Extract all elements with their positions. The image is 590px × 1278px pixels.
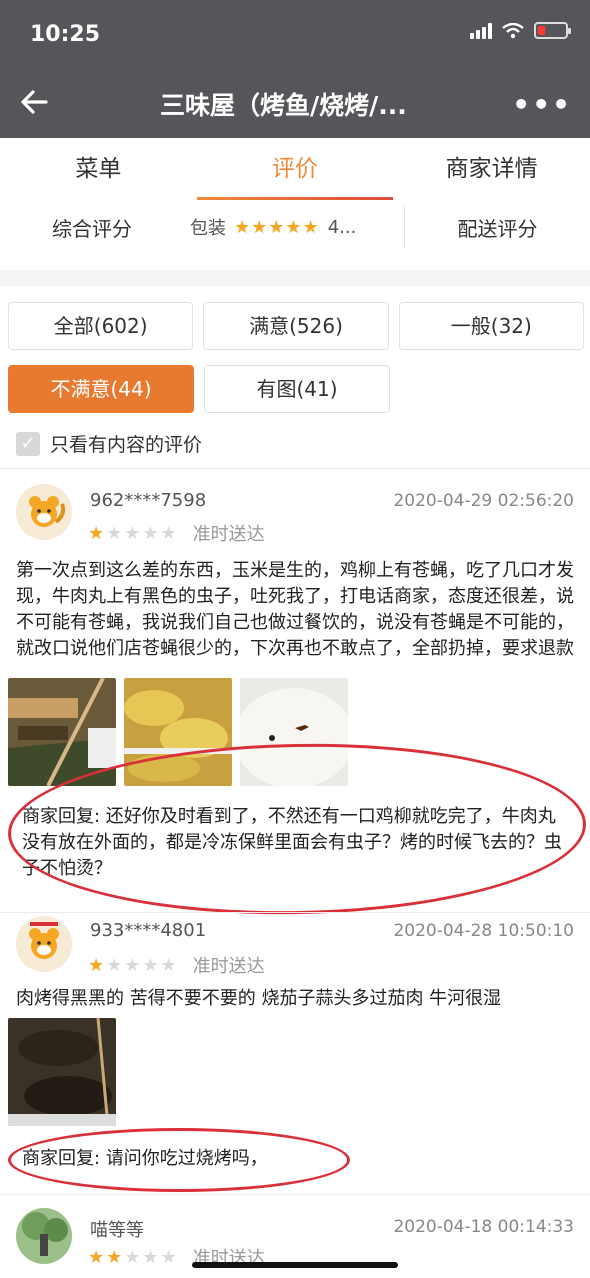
packaging-stars-icon: ★★★★★ — [234, 216, 320, 238]
tab-reviews[interactable]: 评价 — [196, 138, 394, 204]
review-item: 喵等等 2020-04-18 00:14:33 ★★★★★ 准时送达 — [0, 1206, 590, 1269]
review-date: 2020-04-29 02:56:20 — [393, 491, 574, 511]
only-content-toggle[interactable]: ✓ 只看有内容的评价 — [16, 430, 202, 457]
merchant-reply: 商家回复: 还好你及时看到了，不然还有一口鸡柳就吃完了，牛肉丸没有放在外面的，都… — [22, 806, 562, 879]
overall-score-label: 综合评分 — [52, 216, 132, 241]
rating-stars-icon: ★★★★★ — [88, 522, 179, 544]
signal-icon — [470, 22, 492, 39]
packaging-label: 包装 — [190, 218, 226, 239]
delivery-tag: 准时送达 — [192, 956, 265, 977]
packaging-score: 包装 ★★★★★ 4... — [184, 214, 404, 240]
review-photo[interactable] — [8, 1018, 116, 1126]
tab-bar: 菜单 评价 商家详情 — [0, 138, 590, 204]
review-content: 肉烤得黑黑的 苦得不要不要的 烧茄子蒜头多过茄肉 牛河很湿 — [16, 988, 502, 1009]
review-item: 962****7598 2020-04-29 02:56:20 ★★★★★ 准时… — [0, 482, 590, 920]
review-photo[interactable] — [124, 678, 232, 786]
divider — [0, 1194, 590, 1195]
divider — [0, 468, 590, 469]
divider — [0, 912, 590, 913]
page-title: 三味屋（烤鱼/烧烤/... — [160, 91, 407, 120]
filter-average[interactable]: 一般(32) — [398, 302, 584, 350]
review-photo[interactable] — [240, 678, 348, 786]
filter-all[interactable]: 全部(602) — [8, 302, 194, 350]
delivery-score-label: 配送评分 — [457, 216, 538, 241]
review-rating: ★★★★★ 准时送达 — [88, 520, 265, 546]
review-rating: ★★★★★ 准时送达 — [88, 952, 265, 978]
review-date: 2020-04-18 00:14:33 — [393, 1217, 574, 1237]
review-photo[interactable] — [8, 678, 116, 786]
back-arrow-icon[interactable] — [16, 84, 52, 120]
rating-stars-icon: ★★★★★ — [88, 954, 179, 976]
filter-chips: 全部(602) 满意(526) 一般(32) 不满意(44) 有图(41) — [8, 302, 584, 428]
filter-satisfied[interactable]: 满意(526) — [203, 302, 389, 350]
review-username: 喵等等 — [90, 1220, 144, 1241]
avatar — [16, 916, 72, 972]
tab-merchant-details[interactable]: 商家详情 — [393, 138, 590, 204]
review-username: 933****4801 — [90, 920, 207, 941]
filter-with-photos[interactable]: 有图(41) — [204, 365, 390, 413]
checkbox-icon[interactable]: ✓ — [16, 431, 40, 456]
rating-stars-icon: ★★★★★ — [88, 1246, 179, 1268]
title-bar: 10:25 三味屋（烤鱼/烧烤/... ••• — [0, 0, 590, 138]
battery-icon — [534, 22, 571, 39]
home-indicator[interactable] — [192, 1262, 398, 1268]
more-icon[interactable]: ••• — [512, 88, 572, 121]
wifi-icon — [502, 22, 524, 38]
packaging-value: 4... — [327, 216, 357, 238]
filter-unsatisfied[interactable]: 不满意(44) — [8, 365, 194, 413]
review-date: 2020-04-28 10:50:10 — [393, 921, 574, 941]
avatar — [16, 1208, 72, 1264]
status-time: 10:25 — [30, 22, 101, 47]
score-summary: 综合评分 包装 ★★★★★ 4... 配送评分 — [0, 204, 590, 250]
only-content-label: 只看有内容的评价 — [50, 434, 203, 456]
section-gap — [0, 270, 590, 286]
tab-menu[interactable]: 菜单 — [0, 138, 197, 204]
review-content: 第一次点到这么差的东西，玉米是生的，鸡柳上有苍蝇，吃了几口才发现，牛肉丸上有黑色… — [16, 560, 574, 659]
review-photos — [8, 678, 348, 786]
delivery-tag: 准时送达 — [192, 524, 265, 545]
review-username: 962****7598 — [90, 490, 207, 511]
merchant-reply: 商家回复: 请问你吃过烧烤吗， — [22, 1148, 268, 1169]
review-item: 933****4801 2020-04-28 10:50:10 ★★★★★ 准时… — [0, 914, 590, 1194]
avatar — [16, 484, 72, 540]
review-photos — [8, 1018, 116, 1126]
status-icons — [470, 22, 571, 39]
